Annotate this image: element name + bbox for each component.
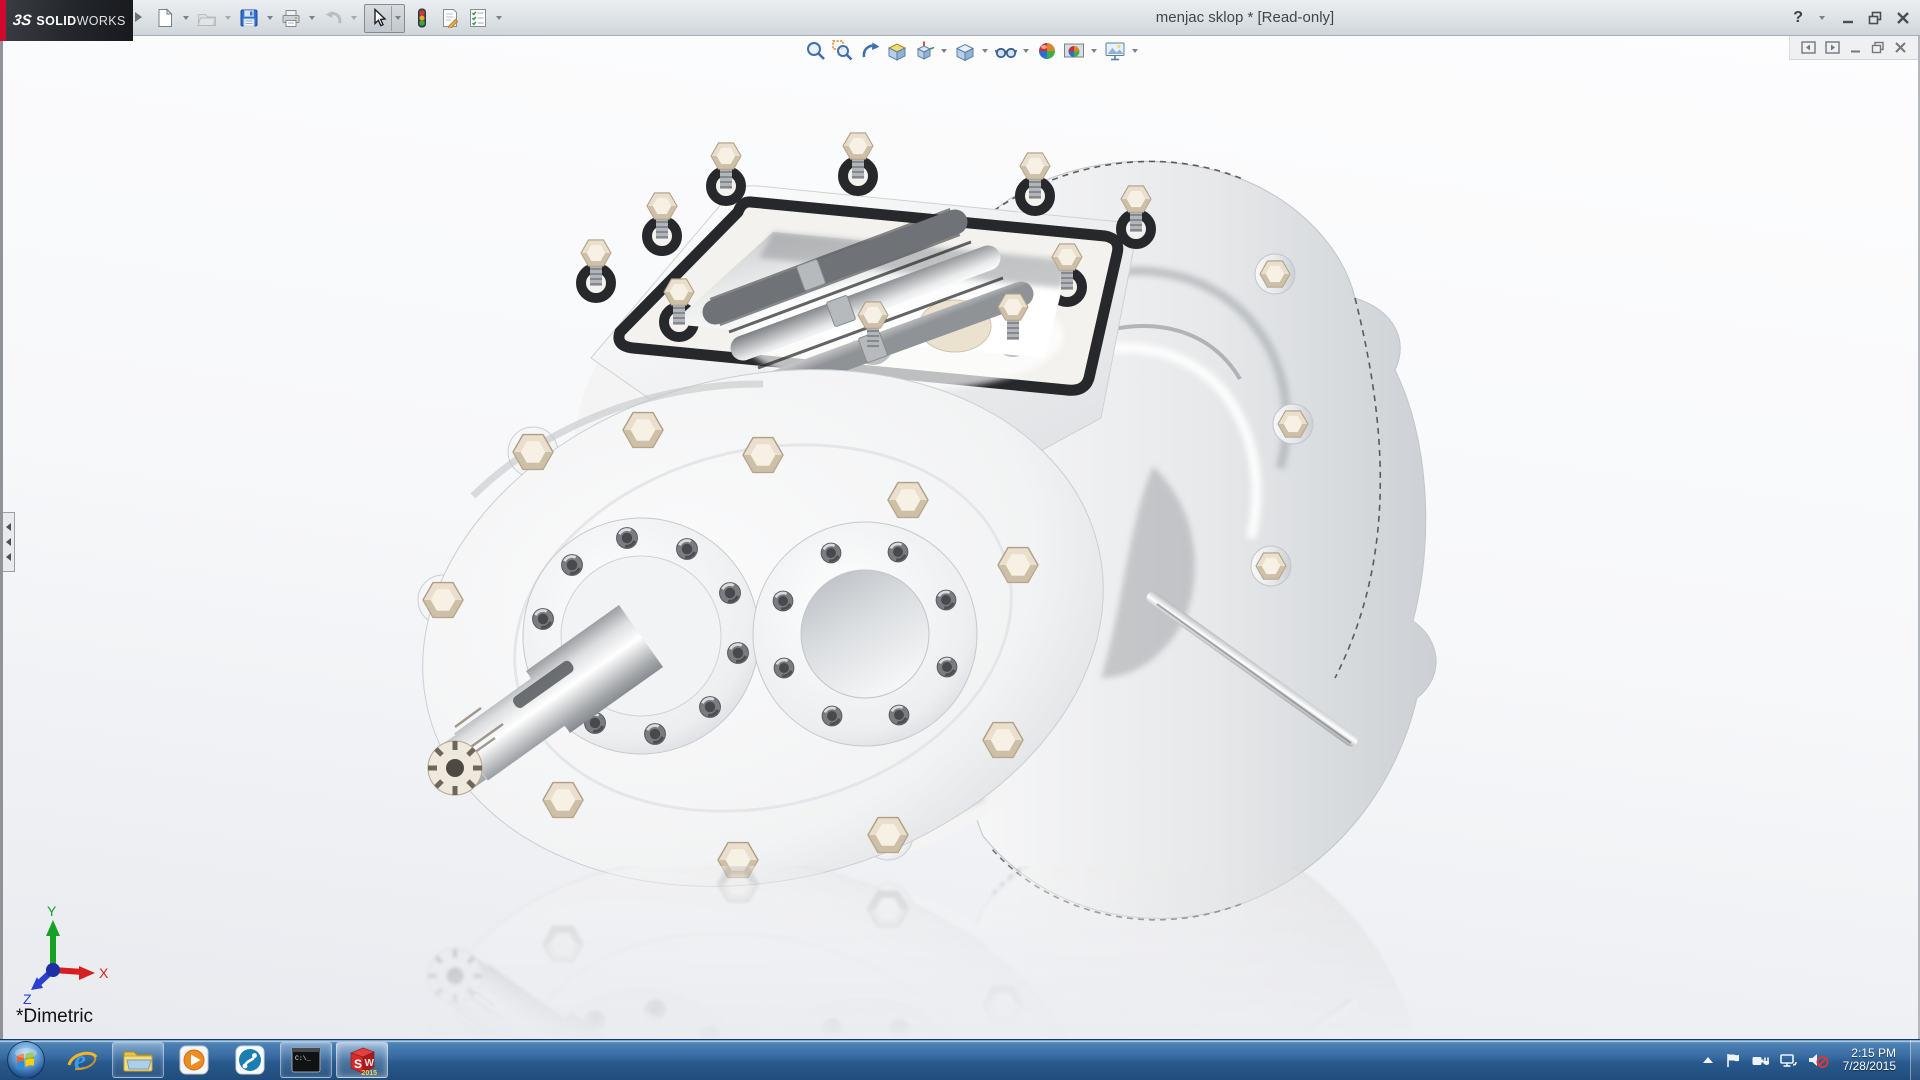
zoom-to-fit-icon[interactable] [803, 39, 828, 64]
open-dropdown[interactable] [222, 5, 234, 31]
document-window-controls [1789, 36, 1918, 60]
menu-expand-arrow[interactable] [135, 12, 142, 22]
ie-icon: e [74, 1045, 86, 1075]
cmd-prompt-text: C:\_ [295, 1055, 311, 1062]
solidworks-logo[interactable]: 3S SOLIDWORKS [0, 0, 133, 41]
taskbar-windows-explorer[interactable] [112, 1042, 164, 1078]
taskbar-share-app[interactable] [224, 1042, 276, 1078]
zoom-to-area-icon[interactable] [830, 39, 855, 64]
show-hidden-icons-button[interactable] [1701, 1054, 1715, 1066]
logo-name-bold: SOLID [36, 14, 76, 28]
triad-x-label: X [99, 965, 109, 981]
taskbar-media-player[interactable] [168, 1042, 220, 1078]
network-icon[interactable] [1779, 1052, 1797, 1068]
print-dropdown[interactable] [306, 5, 318, 31]
print-button[interactable] [278, 5, 304, 31]
doc-restore-button[interactable] [1871, 41, 1885, 54]
close-button[interactable] [1896, 11, 1910, 25]
options-dropdown[interactable] [493, 5, 505, 31]
show-desktop-button[interactable] [1910, 1040, 1920, 1080]
view-orientation-icon[interactable] [911, 39, 936, 64]
apply-scene-icon[interactable] [1061, 39, 1086, 64]
triad-y-label: Y [47, 903, 57, 919]
action-center-flag-icon[interactable] [1725, 1052, 1741, 1068]
power-plug-icon[interactable] [1751, 1052, 1769, 1068]
logo-name-light: WORKS [77, 14, 126, 28]
windows-flag-icon [13, 1047, 39, 1073]
undo-dropdown[interactable] [348, 5, 360, 31]
new-document-button[interactable] [152, 5, 178, 31]
display-style-dropdown[interactable] [979, 38, 991, 64]
hide-show-dropdown[interactable] [1020, 38, 1032, 64]
save-button[interactable] [236, 5, 262, 31]
doc-minimize-button[interactable] [1849, 41, 1862, 54]
file-properties-button[interactable] [437, 5, 463, 31]
restore-button[interactable] [1868, 11, 1883, 25]
select-dropdown[interactable] [392, 5, 404, 31]
sw-year-badge: 2015 [361, 1070, 377, 1076]
volume-muted-icon[interactable] [1807, 1051, 1829, 1069]
select-tool-pressed [364, 4, 405, 33]
help-button[interactable]: ? [1793, 7, 1803, 29]
undo-button[interactable] [320, 5, 346, 31]
sw-letter-s: S [354, 1057, 362, 1071]
clock-date: 7/28/2015 [1843, 1060, 1896, 1073]
heads-up-view-toolbar [803, 38, 1141, 64]
graphics-area[interactable]: Y X Z *Dimetric [0, 36, 1920, 1040]
sw-letter-w: W [365, 1058, 375, 1069]
edit-appearance-icon[interactable] [1034, 39, 1059, 64]
main-toolbar [152, 4, 505, 32]
3ds-logo-mark: 3S [12, 12, 33, 29]
reference-triad: Y X Z [23, 903, 109, 1007]
feature-manager-collapsed-tab[interactable] [3, 512, 15, 572]
view-settings-icon[interactable] [1102, 39, 1127, 64]
start-button[interactable] [7, 1041, 45, 1079]
output-bearing-cover[interactable] [753, 522, 977, 746]
open-button[interactable] [194, 5, 220, 31]
taskbar-solidworks[interactable]: S W 2015 [336, 1042, 388, 1078]
view-orientation-label: *Dimetric [16, 1006, 93, 1028]
rebuild-button[interactable] [409, 5, 435, 31]
hide-show-items-icon[interactable] [993, 39, 1018, 64]
options-button[interactable] [465, 5, 491, 31]
save-dropdown[interactable] [264, 5, 276, 31]
pane-right-button[interactable] [1825, 41, 1840, 54]
display-style-icon[interactable] [952, 39, 977, 64]
help-dropdown[interactable] [1816, 5, 1828, 31]
folder-icon [122, 1046, 154, 1074]
new-dropdown[interactable] [180, 5, 192, 31]
pane-left-button[interactable] [1801, 41, 1816, 54]
section-view-icon[interactable] [884, 39, 909, 64]
triad-z-label: Z [23, 991, 32, 1007]
view-settings-dropdown[interactable] [1129, 38, 1141, 64]
solidworks-window: menjac sklop * [Read-only] ? 3S SOLIDWOR… [0, 0, 1920, 1080]
viewport-canvas[interactable]: Y X Z [3, 36, 1918, 1040]
view-orientation-dropdown[interactable] [938, 38, 950, 64]
select-tool-button[interactable] [365, 5, 391, 31]
doc-close-button[interactable] [1894, 41, 1907, 54]
cover-dome [801, 570, 929, 698]
taskbar-command-prompt[interactable]: C:\_ [280, 1042, 332, 1078]
taskbar-clock[interactable]: 2:15 PM 7/28/2015 [1843, 1047, 1896, 1073]
minimize-button[interactable] [1841, 11, 1855, 25]
windows-taskbar: e [0, 1039, 1920, 1080]
gearbox-assembly-model[interactable] [367, 133, 1436, 956]
system-tray: 2:15 PM 7/28/2015 [1701, 1040, 1908, 1080]
taskbar-internet-explorer[interactable]: e [56, 1042, 108, 1078]
window-title: menjac sklop * [Read-only] [1045, 9, 1445, 26]
apply-scene-dropdown[interactable] [1088, 38, 1100, 64]
previous-view-icon[interactable] [857, 39, 882, 64]
